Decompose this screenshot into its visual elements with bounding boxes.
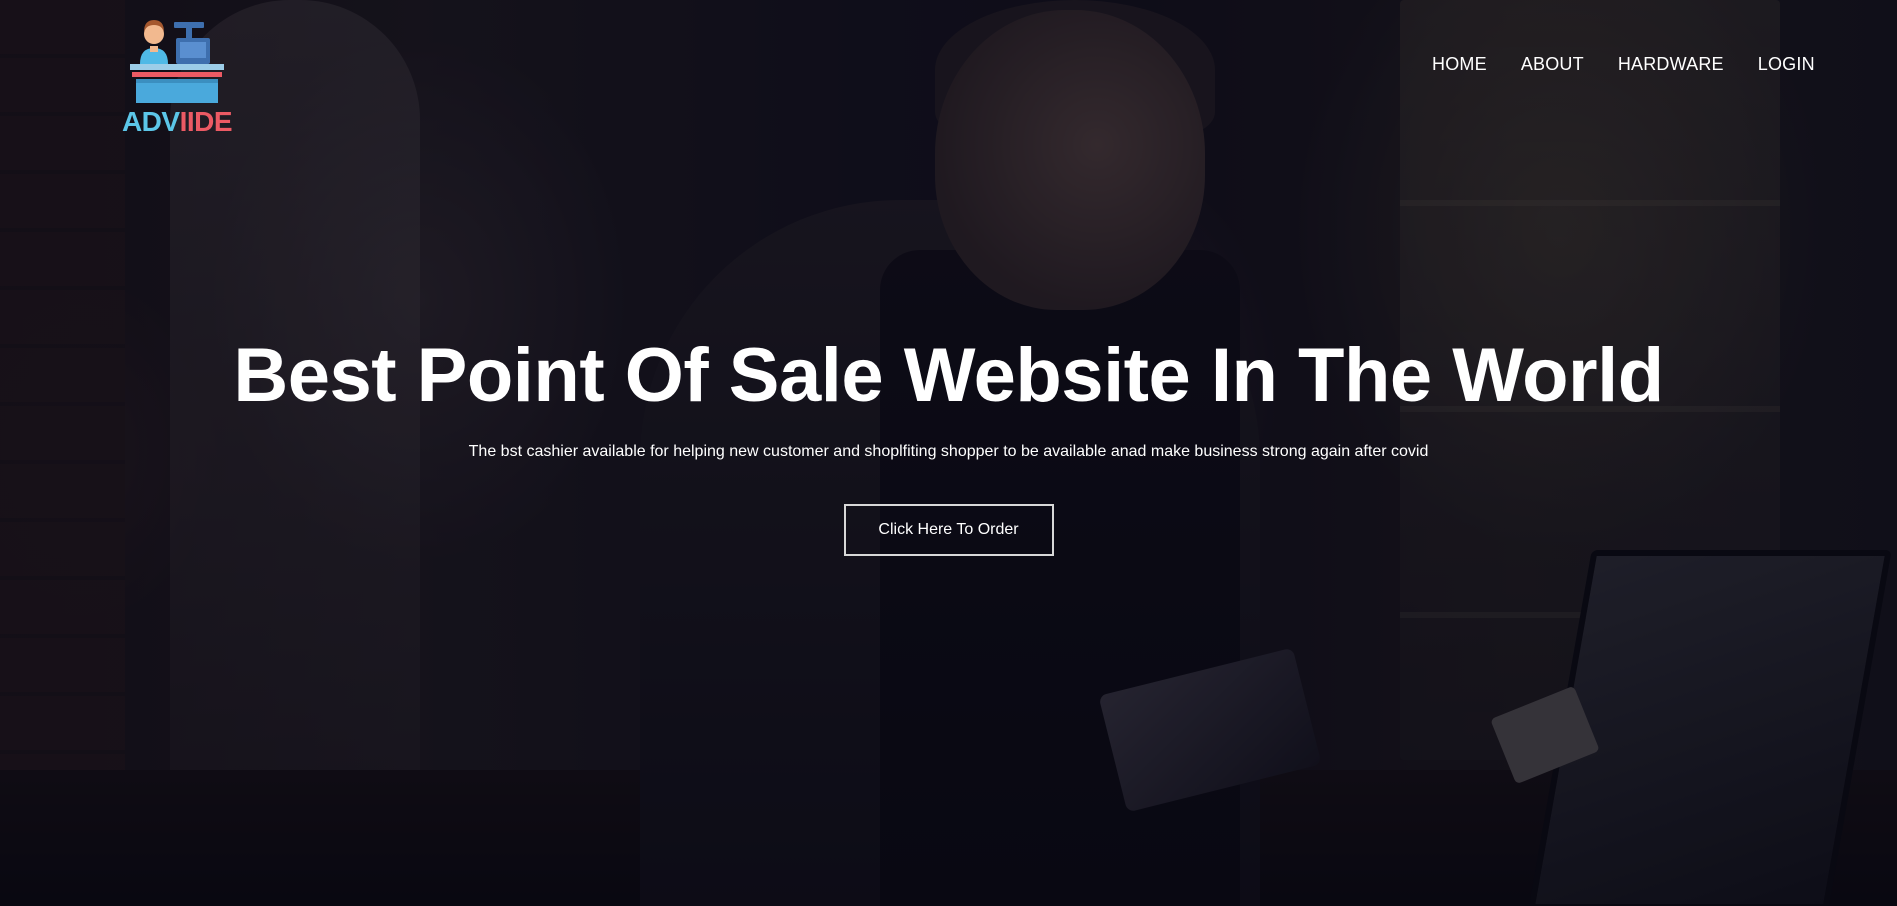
hero-subtitle: The bst cashier available for helping ne… xyxy=(468,442,1429,460)
hero-content: Best Point Of Sale Website In The World … xyxy=(0,336,1897,556)
logo-wordmark-part-b: IIDE xyxy=(179,106,233,137)
logo-wordmark: ADVIIDE xyxy=(112,108,242,136)
site-logo[interactable]: ADVIIDE xyxy=(112,16,242,140)
nav-link-about[interactable]: ABOUT xyxy=(1521,54,1584,75)
main-nav: HOME ABOUT HARDWARE LOGIN xyxy=(1432,54,1815,75)
nav-link-login[interactable]: LOGIN xyxy=(1758,54,1815,75)
cashier-counter-icon xyxy=(130,20,224,103)
nav-link-hardware[interactable]: HARDWARE xyxy=(1618,54,1724,75)
logo-wordmark-part-a: ADV xyxy=(121,106,180,137)
order-button[interactable]: Click Here To Order xyxy=(843,503,1054,556)
nav-link-home[interactable]: HOME xyxy=(1432,54,1487,75)
hero-title: Best Point Of Sale Website In The World xyxy=(233,333,1664,418)
hero-section: ADVIIDE HOME ABOUT HARDWARE LOGIN Best P… xyxy=(0,0,1897,906)
